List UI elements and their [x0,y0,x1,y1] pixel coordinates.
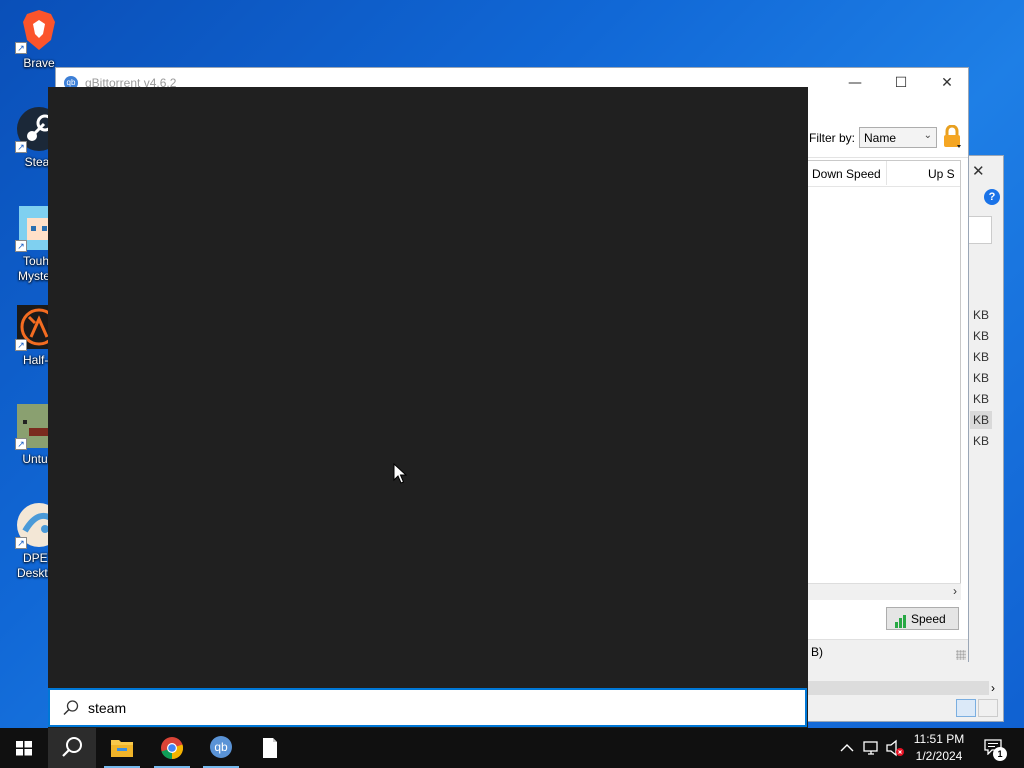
chevron-up-icon[interactable] [838,728,856,768]
notification-badge: 1 [993,747,1007,761]
horizontal-scrollbar[interactable]: › [801,583,961,600]
close-button[interactable]: ✕ [924,68,970,98]
taskbar-notepad[interactable] [246,728,294,768]
resize-grip-icon[interactable] [956,650,966,660]
speed-button[interactable]: Speed [886,607,959,630]
taskbar-search-button[interactable] [48,728,96,768]
close-icon[interactable]: ✕ [972,162,985,180]
shortcut-arrow-icon: ↗ [15,438,27,450]
clock-date: 1/2/2024 [915,749,963,763]
shortcut-arrow-icon: ↗ [15,42,27,54]
view-list-button[interactable] [956,699,976,717]
view-details-button[interactable] [978,699,998,717]
list-header: Down Speed Up S [802,161,960,187]
search-query: steam [88,700,127,716]
chevron-right-icon[interactable]: › [991,681,995,695]
horizontal-scrollbar[interactable] [806,681,989,695]
help-icon[interactable]: ? [984,189,1000,205]
filter-label: Filter by: [809,131,856,145]
minimize-button[interactable]: — [832,68,878,98]
shortcut-arrow-icon: ↗ [15,537,27,549]
filter-dropdown[interactable]: Name ⌄ [859,127,937,148]
shortcut-arrow-icon: ↗ [15,240,27,252]
chevron-down-icon: ⌄ [923,130,932,141]
size-unit: KB [973,392,990,406]
search-results-panel [48,87,808,728]
document-icon [263,738,277,758]
speed-chart-icon [895,614,907,628]
mouse-cursor-icon [393,463,407,484]
torrent-list[interactable]: Down Speed Up S [801,160,961,600]
shortcut-arrow-icon: ↗ [15,339,27,351]
folder-icon [111,740,133,757]
column-up-speed[interactable]: Up S [928,167,955,181]
size-unit: KB [973,434,990,448]
taskbar-chrome[interactable] [148,728,196,768]
network-icon[interactable] [860,728,882,768]
qbittorrent-icon: qb [210,736,232,758]
filter-value: Name [864,131,897,145]
clock-time: 11:51 PM [913,732,965,746]
maximize-button[interactable]: ☐ [878,68,924,98]
search-input[interactable]: steam [48,688,807,727]
taskbar-file-explorer[interactable] [98,728,146,768]
chevron-right-icon[interactable]: › [953,584,957,598]
size-unit: KB [973,329,990,343]
column-down-speed[interactable]: Down Speed [812,167,881,181]
windows-logo-icon [16,741,32,756]
status-text: B) [811,645,823,659]
size-unit-selected: KB [970,411,993,429]
svg-text:qb: qb [214,740,228,754]
speed-button-label: Speed [911,612,946,626]
search-icon [63,700,79,716]
search-icon [62,737,82,757]
shortcut-arrow-icon: ↗ [15,141,27,153]
taskbar: qb 11:51 PM 1/2/2024 1 [0,728,1024,768]
system-clock[interactable]: 11:51 PM 1/2/2024 [900,731,978,765]
size-unit: KB [973,350,990,364]
input-box[interactable] [966,216,992,244]
column-divider [886,161,887,185]
taskbar-qbittorrent[interactable]: qb [197,728,245,768]
start-button[interactable] [0,728,48,768]
size-unit: KB [973,308,990,322]
lock-icon[interactable] [942,125,962,149]
size-unit: KB [973,371,990,385]
chrome-icon [161,737,184,760]
